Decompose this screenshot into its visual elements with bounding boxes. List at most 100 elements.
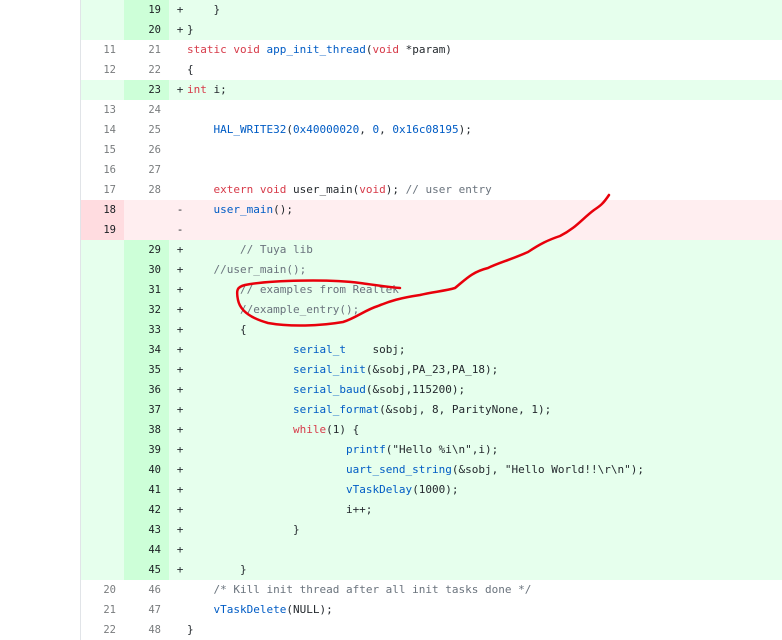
new-line-number[interactable]: 26 [124, 140, 169, 160]
old-line-number[interactable] [81, 0, 124, 20]
old-line-number[interactable] [81, 20, 124, 40]
new-line-number[interactable]: 19 [124, 0, 169, 20]
old-line-number[interactable]: 20 [81, 580, 124, 600]
old-line-number[interactable]: 17 [81, 180, 124, 200]
new-line-number[interactable]: 42 [124, 500, 169, 520]
old-line-number[interactable] [81, 480, 124, 500]
old-line-number[interactable]: 21 [81, 600, 124, 620]
code-content: } [187, 620, 782, 640]
code-token: } [187, 523, 300, 536]
new-line-number[interactable]: 23 [124, 80, 169, 100]
old-line-number[interactable]: 15 [81, 140, 124, 160]
diff-marker: + [176, 83, 184, 96]
new-line-number[interactable]: 46 [124, 580, 169, 600]
old-line-number[interactable] [81, 280, 124, 300]
code-token: ( [286, 123, 293, 136]
code-content: extern void user_main(void); // user ent… [187, 180, 782, 200]
new-line-number[interactable]: 24 [124, 100, 169, 120]
code-token: extern void [213, 183, 293, 196]
diff-marker: + [176, 543, 184, 556]
new-line-number[interactable] [124, 220, 169, 240]
new-line-number[interactable]: 31 [124, 280, 169, 300]
new-line-number[interactable]: 34 [124, 340, 169, 360]
new-line-number[interactable]: 47 [124, 600, 169, 620]
old-line-number[interactable]: 13 [81, 100, 124, 120]
old-line-number[interactable] [81, 500, 124, 520]
old-line-number[interactable] [81, 300, 124, 320]
old-line-number[interactable] [81, 260, 124, 280]
new-line-number[interactable]: 32 [124, 300, 169, 320]
old-line-number[interactable] [81, 240, 124, 260]
old-line-number[interactable]: 22 [81, 620, 124, 640]
new-line-number[interactable]: 45 [124, 560, 169, 580]
new-line-number[interactable]: 37 [124, 400, 169, 420]
old-line-number[interactable] [81, 400, 124, 420]
old-line-number[interactable] [81, 440, 124, 460]
old-line-number[interactable]: 11 [81, 40, 124, 60]
diff-line: 33 + { [81, 320, 782, 340]
old-line-number[interactable] [81, 560, 124, 580]
code-content: static void app_init_thread(void *param) [187, 40, 782, 60]
new-line-number[interactable]: 27 [124, 160, 169, 180]
diff-line: 22 48} [81, 620, 782, 640]
code-token: } [187, 23, 194, 36]
new-line-number[interactable]: 35 [124, 360, 169, 380]
old-line-number[interactable]: 14 [81, 120, 124, 140]
diff-marker [169, 140, 187, 160]
diff-line: 39 + printf("Hello %i\n",i); [81, 440, 782, 460]
old-line-number[interactable] [81, 460, 124, 480]
new-line-number[interactable] [124, 200, 169, 220]
new-line-number[interactable]: 33 [124, 320, 169, 340]
new-line-number[interactable]: 43 [124, 520, 169, 540]
diff-line: 40 + uart_send_string(&sobj, "Hello World… [81, 460, 782, 480]
diff-marker: + [176, 243, 184, 256]
new-line-number[interactable]: 28 [124, 180, 169, 200]
new-line-number[interactable]: 22 [124, 60, 169, 80]
new-line-number[interactable]: 21 [124, 40, 169, 60]
new-line-number[interactable]: 39 [124, 440, 169, 460]
new-line-number[interactable]: 20 [124, 20, 169, 40]
code-content [187, 140, 782, 160]
new-line-number[interactable]: 41 [124, 480, 169, 500]
old-line-number[interactable]: 12 [81, 60, 124, 80]
new-line-number[interactable]: 30 [124, 260, 169, 280]
diff-line: 20 46 /* Kill init thread after all init … [81, 580, 782, 600]
new-line-number[interactable]: 48 [124, 620, 169, 640]
diff-line: 14 25 HAL_WRITE32(0x40000020, 0, 0x16c081… [81, 120, 782, 140]
diff-marker [169, 180, 187, 200]
new-line-number[interactable]: 38 [124, 420, 169, 440]
new-line-number[interactable]: 40 [124, 460, 169, 480]
old-line-number[interactable] [81, 340, 124, 360]
code-content: serial_format(&sobj, 8, ParityNone, 1); [187, 400, 782, 420]
code-token: serial_format [292, 403, 380, 416]
code-content [187, 540, 782, 560]
diff-marker: + [176, 423, 184, 436]
old-line-number[interactable]: 19 [81, 220, 124, 240]
new-line-number[interactable]: 36 [124, 380, 169, 400]
old-line-number[interactable] [81, 320, 124, 340]
diff-line: 19 - [81, 220, 782, 240]
diff-marker: - [176, 223, 184, 236]
diff-line: 20 +} [81, 20, 782, 40]
new-line-number[interactable]: 25 [124, 120, 169, 140]
code-token: *param) [398, 43, 452, 56]
old-line-number[interactable] [81, 380, 124, 400]
new-line-number[interactable]: 29 [124, 240, 169, 260]
diff-marker: + [176, 403, 184, 416]
old-line-number[interactable]: 18 [81, 200, 124, 220]
old-line-number[interactable] [81, 420, 124, 440]
new-line-number[interactable]: 44 [124, 540, 169, 560]
diff-marker: + [176, 343, 184, 356]
old-line-number[interactable] [81, 360, 124, 380]
code-token: } [187, 3, 221, 16]
old-line-number[interactable] [81, 520, 124, 540]
code-token: (1000); [412, 483, 459, 496]
old-line-number[interactable] [81, 80, 124, 100]
old-line-number[interactable]: 16 [81, 160, 124, 180]
old-line-number[interactable] [81, 540, 124, 560]
